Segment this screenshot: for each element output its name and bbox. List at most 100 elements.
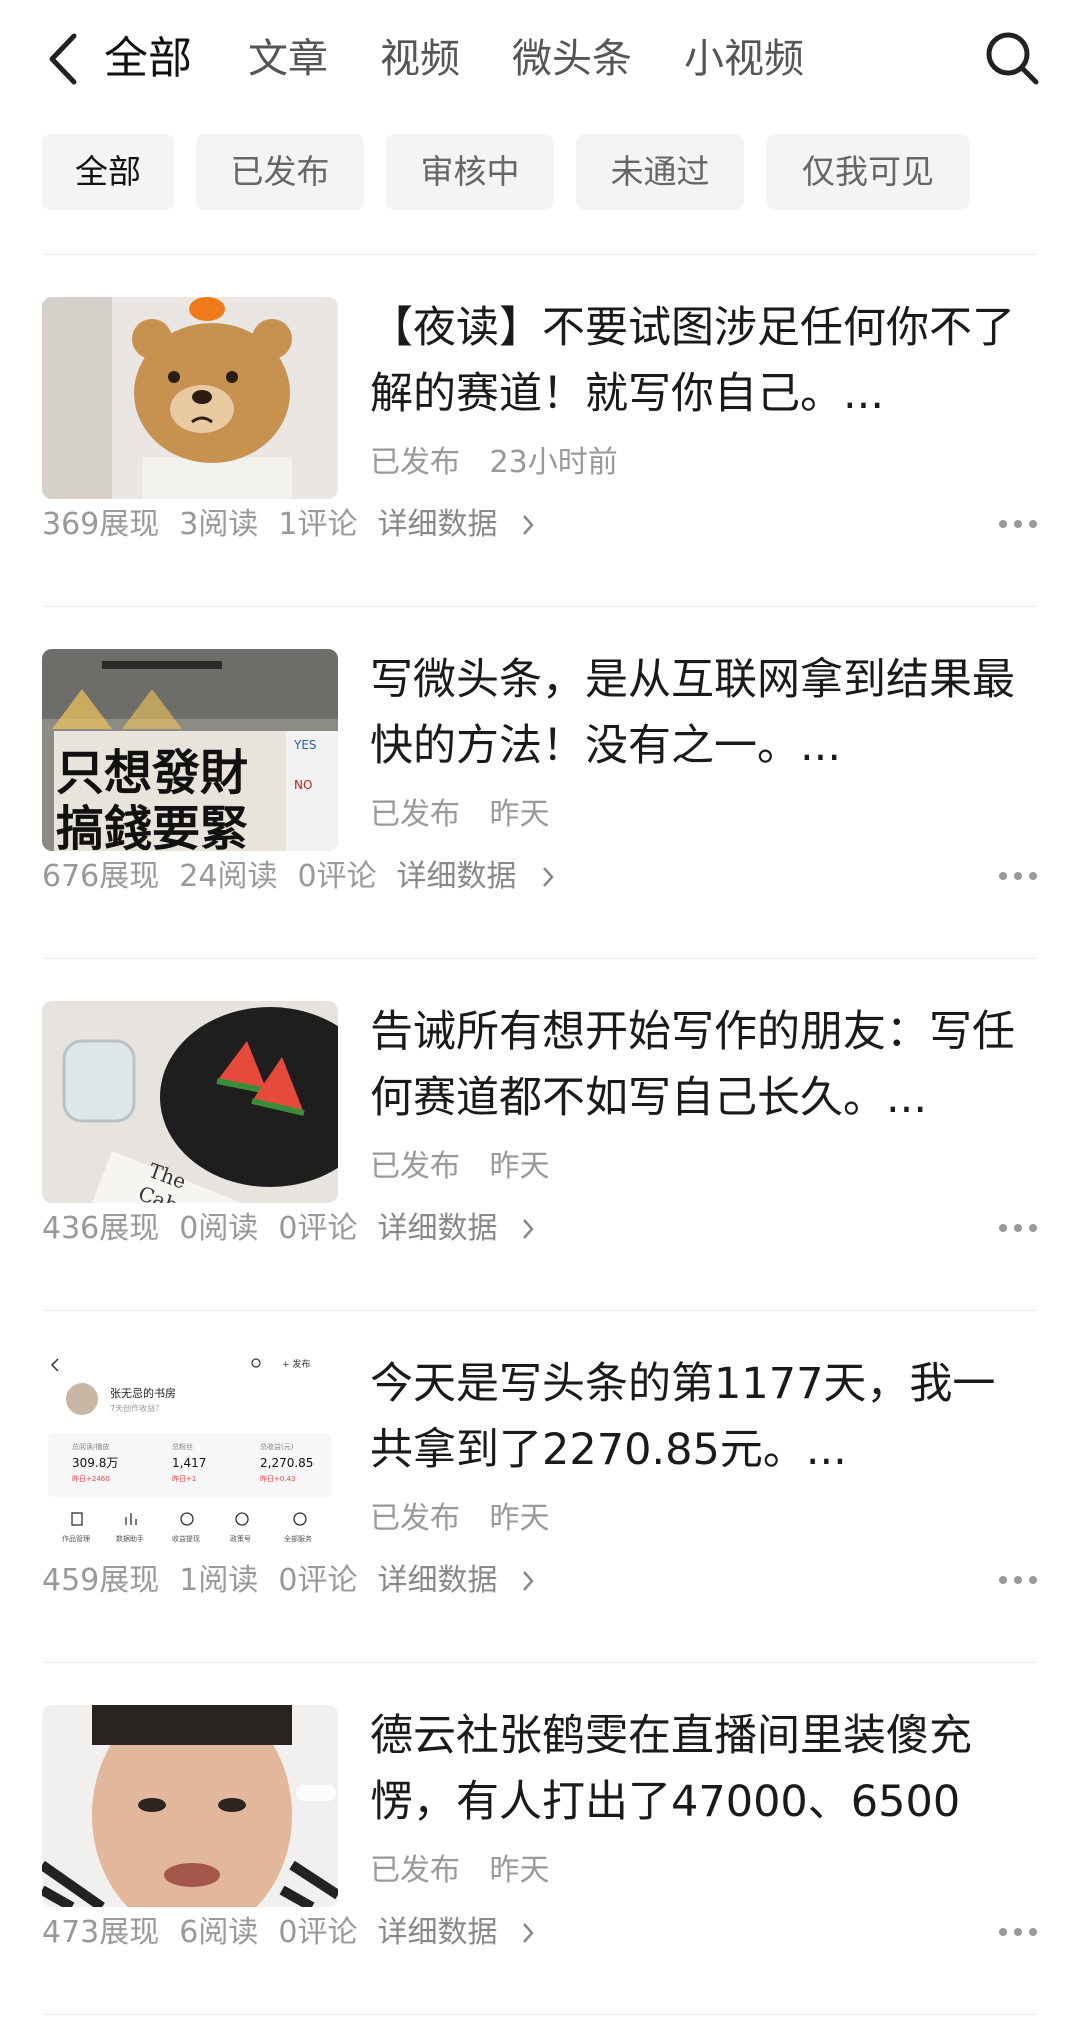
- chevron-right-icon: [523, 515, 535, 535]
- comments-count: 0评论: [278, 1563, 358, 1598]
- comments-count: 1评论: [278, 507, 358, 542]
- chevron-right-icon: [523, 1219, 535, 1239]
- impressions-count: 436展现: [42, 1211, 160, 1246]
- svg-text:NO: NO: [294, 778, 312, 792]
- tab-videos[interactable]: 视频: [380, 30, 460, 88]
- reads-count: 3阅读: [179, 507, 259, 542]
- thumbnail-icon-label: 政策号: [230, 1534, 251, 1543]
- article-stats: 676展现 24阅读 0评论 详细数据: [42, 857, 575, 897]
- chevron-right-icon: [542, 867, 554, 887]
- divider: [42, 2014, 1038, 2015]
- detail-data-link[interactable]: 详细数据: [377, 1561, 535, 1601]
- status-label: 已发布: [370, 1853, 460, 1888]
- back-chevron-icon[interactable]: [44, 30, 84, 88]
- article-card[interactable]: + 发布 张无忌的书房 7天创作收益？ 总阅读/播放 309.8万 昨日+246…: [0, 1311, 1080, 1663]
- chevron-right-icon: [523, 1923, 535, 1943]
- detail-data-link[interactable]: 详细数据: [377, 1913, 535, 1953]
- article-card[interactable]: 德云社张鹤雯在直播间里装傻充愣，有人打出了47000、6500这... 已发布 …: [0, 1663, 1080, 2015]
- tab-all[interactable]: 全部: [104, 30, 192, 88]
- status-label: 已发布: [370, 797, 460, 832]
- impressions-count: 459展现: [42, 1563, 160, 1598]
- article-stats: 369展现 3阅读 1评论 详细数据: [42, 505, 555, 545]
- thumbnail-icon-label: 数据助手: [116, 1534, 144, 1543]
- thumbnail-livestream-face[interactable]: [42, 1705, 338, 1907]
- filter-all[interactable]: 全部: [42, 134, 174, 210]
- more-options-icon[interactable]: [998, 869, 1038, 883]
- thumbnail-app-screenshot[interactable]: + 发布 张无忌的书房 7天创作收益？ 总阅读/播放 309.8万 昨日+246…: [42, 1353, 338, 1555]
- status-filter-bar: 全部 已发布 审核中 未通过 仅我可见: [0, 134, 1080, 210]
- thumbnail-stat-value: 1,417: [172, 1456, 206, 1470]
- thumbnail-icon-label: 全部服务: [284, 1534, 312, 1543]
- more-options-icon[interactable]: [998, 1925, 1038, 1939]
- tab-articles[interactable]: 文章: [248, 30, 328, 88]
- comments-count: 0评论: [278, 1915, 358, 1950]
- publish-time: 昨天: [489, 1853, 550, 1888]
- article-card[interactable]: YES NO 只想發財 搞錢要緊 写微头条，是从互联网拿到结果最快的方法！没有之…: [0, 607, 1080, 959]
- article-status: 已发布 昨天: [370, 1851, 570, 1891]
- thumbnail-watermelon[interactable]: The Cabo: [42, 1001, 338, 1203]
- thumbnail-stat-label: 总收益(元): [260, 1442, 294, 1451]
- impressions-count: 473展现: [42, 1915, 160, 1950]
- filter-private[interactable]: 仅我可见: [766, 134, 970, 210]
- top-nav: 全部 文章 视频 微头条 小视频: [0, 0, 1080, 118]
- status-label: 已发布: [370, 445, 460, 480]
- article-title[interactable]: 写微头条，是从互联网拿到结果最快的方法！没有之一。...: [370, 647, 1038, 779]
- reads-count: 1阅读: [179, 1563, 259, 1598]
- thumbnail-account-name: 张无忌的书房: [110, 1386, 176, 1400]
- more-options-icon[interactable]: [998, 1221, 1038, 1235]
- thumbnail-publish-label: + 发布: [282, 1358, 310, 1370]
- thumbnail-account-sub: 7天创作收益？: [110, 1403, 163, 1413]
- article-card[interactable]: 【夜读】不要试图涉足任何你不了解的赛道！就写你自己。... 已发布 23小时前 …: [0, 255, 1080, 607]
- chevron-right-icon: [523, 1571, 535, 1591]
- filter-under-review[interactable]: 审核中: [386, 134, 554, 210]
- thumbnail-text: 只想發財: [56, 745, 248, 801]
- tab-short-videos[interactable]: 小视频: [684, 30, 804, 88]
- thumbnail-stat-value: 309.8万: [72, 1456, 118, 1470]
- article-card[interactable]: The Cabo 告诫所有想开始写作的朋友：写任何赛道都不如写自己长久。... …: [0, 959, 1080, 1311]
- filter-rejected[interactable]: 未通过: [576, 134, 744, 210]
- detail-data-label: 详细数据: [377, 1211, 498, 1246]
- article-status: 已发布 昨天: [370, 795, 570, 835]
- thumbnail-bear-plush[interactable]: [42, 297, 338, 499]
- article-title[interactable]: 告诫所有想开始写作的朋友：写任何赛道都不如写自己长久。...: [370, 999, 1038, 1131]
- article-title[interactable]: 今天是写头条的第1177天，我一共拿到了2270.85元。...: [370, 1351, 1038, 1483]
- article-title[interactable]: 德云社张鹤雯在直播间里装傻充愣，有人打出了47000、6500这...: [370, 1703, 1038, 1835]
- publish-time: 昨天: [489, 1501, 550, 1536]
- comments-count: 0评论: [297, 859, 377, 894]
- detail-data-label: 详细数据: [377, 507, 498, 542]
- thumbnail-icon-label: 作品管理: [62, 1534, 90, 1543]
- detail-data-link[interactable]: 详细数据: [377, 505, 535, 545]
- detail-data-label: 详细数据: [396, 859, 517, 894]
- article-status: 已发布 昨天: [370, 1147, 570, 1187]
- thumbnail-sign-board[interactable]: YES NO 只想發財 搞錢要緊: [42, 649, 338, 851]
- reads-count: 6阅读: [179, 1915, 259, 1950]
- more-options-icon[interactable]: [998, 517, 1038, 531]
- publish-time: 昨天: [489, 797, 550, 832]
- publish-time: 昨天: [489, 1149, 550, 1184]
- reads-count: 0阅读: [179, 1211, 259, 1246]
- article-title[interactable]: 【夜读】不要试图涉足任何你不了解的赛道！就写你自己。...: [370, 295, 1038, 427]
- detail-data-link[interactable]: 详细数据: [377, 1209, 535, 1249]
- filter-published[interactable]: 已发布: [196, 134, 364, 210]
- article-stats: 436展现 0阅读 0评论 详细数据: [42, 1209, 555, 1249]
- search-icon[interactable]: [984, 30, 1040, 86]
- tab-micro-headlines[interactable]: 微头条: [512, 30, 632, 88]
- thumbnail-icon-label: 收益提现: [172, 1534, 200, 1543]
- thumbnail-text: 搞錢要緊: [56, 801, 248, 851]
- status-label: 已发布: [370, 1501, 460, 1536]
- detail-data-link[interactable]: 详细数据: [397, 857, 555, 897]
- thumbnail-stat-delta: 昨日+2460: [72, 1474, 110, 1483]
- more-options-icon[interactable]: [998, 1573, 1038, 1587]
- thumbnail-stat-delta: 昨日+0.43: [260, 1474, 295, 1483]
- impressions-count: 676展现: [42, 859, 160, 894]
- impressions-count: 369展现: [42, 507, 160, 542]
- reads-count: 24阅读: [179, 859, 278, 894]
- publish-time: 23小时前: [489, 445, 618, 480]
- thumbnail-stat-value: 2,270.85: [260, 1456, 313, 1470]
- detail-data-label: 详细数据: [377, 1563, 498, 1598]
- article-stats: 473展现 6阅读 0评论 详细数据: [42, 1913, 555, 1953]
- svg-text:YES: YES: [293, 738, 317, 752]
- article-stats: 459展现 1阅读 0评论 详细数据: [42, 1561, 555, 1601]
- thumbnail-stat-delta: 昨日+1: [172, 1474, 196, 1483]
- thumbnail-stat-label: 总粉丝: [172, 1442, 193, 1451]
